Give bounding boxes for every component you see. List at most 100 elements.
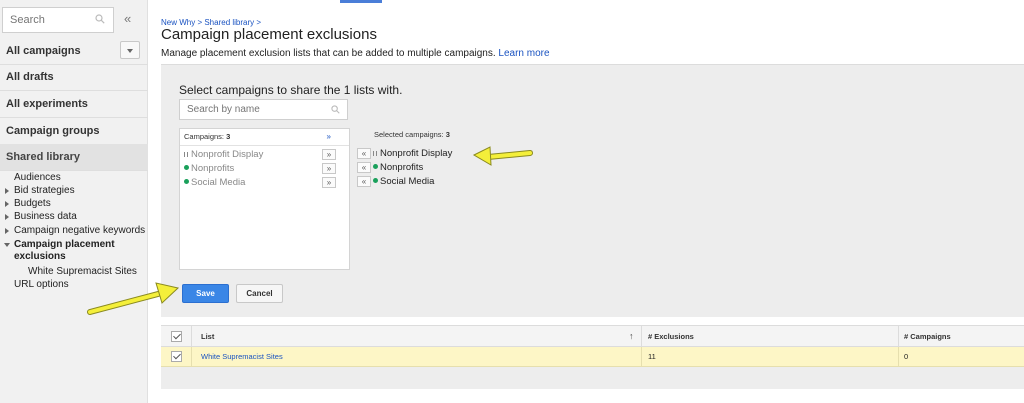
column-header-list[interactable]: List [201, 326, 214, 346]
nav-all-drafts-label: All drafts [6, 71, 54, 83]
campaign-name: Social Media [191, 177, 246, 188]
expand-arrow-icon[interactable] [5, 188, 9, 194]
sidebar-item-budgets[interactable]: Budgets [0, 198, 148, 210]
available-campaigns-list: Campaigns: 3 » Nonprofit Display » Nonpr… [179, 128, 350, 270]
annotation-arrow-icon [472, 146, 533, 166]
exclusions-count: 11 [648, 352, 656, 361]
add-campaign-button[interactable]: » [322, 177, 336, 188]
add-campaign-button[interactable]: » [322, 149, 336, 160]
remove-campaign-button[interactable]: « [357, 148, 371, 159]
description-text: Manage placement exclusion lists that ca… [161, 48, 496, 59]
active-tab-indicator [340, 0, 382, 3]
sidebar-item-campaign-negative-keywords[interactable]: Campaign negative keywords [0, 225, 148, 237]
expand-arrow-icon[interactable] [5, 228, 9, 234]
nav-all-experiments-label: All experiments [6, 98, 88, 110]
chevron-down-icon[interactable] [120, 41, 140, 59]
annotation-arrow-icon [87, 282, 180, 315]
sidebar-item-label: Campaign placement exclusions [14, 239, 115, 262]
campaign-search-input[interactable] [180, 100, 320, 119]
sidebar-item-white-supremacist-sites[interactable]: White Supremacist Sites [0, 266, 148, 278]
share-panel-heading: Select campaigns to share the 1 lists wi… [179, 83, 403, 97]
remove-campaign-button[interactable]: « [357, 162, 371, 173]
campaigns-label: Campaigns: [184, 132, 225, 141]
nav-all-campaigns[interactable]: All campaigns [0, 38, 148, 64]
sidebar-item-label: Audiences [14, 172, 61, 183]
nav-shared-library[interactable]: Shared library [0, 144, 148, 170]
sidebar-item-campaign-placement-exclusions[interactable]: Campaign placement exclusions [0, 239, 130, 263]
selected-label: Selected campaigns: [374, 130, 444, 139]
nav-all-campaigns-label: All campaigns [6, 45, 81, 57]
campaign-name: Nonprofits [380, 162, 424, 173]
learn-more-link[interactable]: Learn more [498, 48, 549, 59]
sidebar-search-box[interactable] [2, 7, 114, 33]
divider [191, 347, 192, 366]
divider [898, 347, 899, 366]
sidebar-item-label: Bid strategies [14, 185, 75, 196]
save-button[interactable]: Save [182, 284, 229, 303]
nav-campaign-groups-label: Campaign groups [6, 125, 100, 137]
campaign-name: Nonprofit Display [380, 148, 453, 159]
column-header-campaigns[interactable]: # Campaigns [904, 326, 951, 346]
list-item: Nonprofit Display » [180, 148, 349, 162]
divider [641, 347, 642, 366]
list-name-link[interactable]: White Supremacist Sites [201, 347, 283, 366]
add-campaign-button[interactable]: » [322, 163, 336, 174]
divider [898, 326, 899, 346]
table-header: List ↑ # Exclusions # Campaigns [161, 325, 1024, 347]
divider [0, 170, 148, 171]
row-checkbox[interactable] [171, 351, 182, 362]
sort-arrow-icon[interactable]: ↑ [629, 326, 634, 347]
divider [641, 326, 642, 346]
sidebar-item-business-data[interactable]: Business data [0, 211, 148, 223]
enabled-status-icon [373, 178, 378, 183]
list-item: Nonprofits » [180, 162, 349, 176]
sidebar-item-label: Budgets [14, 198, 51, 209]
campaign-name: Nonprofit Display [191, 149, 264, 160]
list-item: Social Media » [180, 176, 349, 190]
campaigns-count-cell: 0 [904, 352, 909, 361]
cancel-button[interactable]: Cancel [236, 284, 283, 303]
page-title: Campaign placement exclusions [161, 26, 377, 43]
search-icon [331, 105, 340, 114]
campaign-name: Social Media [380, 176, 435, 187]
selected-campaign: Nonprofit Display [373, 147, 452, 161]
sidebar-item-audiences[interactable]: Audiences [0, 172, 148, 184]
nav-all-drafts[interactable]: All drafts [0, 64, 148, 90]
share-panel: Select campaigns to share the 1 lists wi… [161, 64, 1024, 317]
expand-arrow-icon[interactable] [5, 201, 9, 207]
page-description: Manage placement exclusion lists that ca… [161, 48, 550, 59]
nav-all-experiments[interactable]: All experiments [0, 91, 148, 117]
expand-arrow-icon[interactable] [5, 214, 9, 220]
sidebar-item-bid-strategies[interactable]: Bid strategies [0, 185, 148, 197]
selected-campaign: Social Media [373, 175, 434, 189]
remove-campaign-button[interactable]: « [357, 176, 371, 187]
table-row: White Supremacist Sites 11 0 [161, 347, 1024, 367]
selected-count: 3 [445, 130, 450, 139]
list-item: « Social Media [357, 175, 537, 189]
nav-campaign-groups[interactable]: Campaign groups [0, 118, 148, 144]
campaign-name: Nonprofits [191, 163, 235, 174]
collapse-sidebar-icon[interactable]: « [124, 11, 131, 26]
nav-shared-library-label: Shared library [6, 151, 80, 163]
available-campaigns-header: Campaigns: 3 » [180, 129, 349, 146]
selected-campaign: Nonprofits [373, 161, 423, 175]
enabled-status-icon [184, 179, 189, 184]
select-all-checkbox[interactable] [171, 331, 182, 342]
add-all-button[interactable]: » [327, 129, 331, 145]
sidebar-item-label: URL options [14, 279, 69, 290]
sidebar-item-label: Business data [14, 211, 77, 222]
sidebar-item-label: White Supremacist Sites [28, 266, 137, 277]
column-header-exclusions[interactable]: # Exclusions [648, 326, 694, 346]
paused-status-icon [184, 152, 188, 157]
campaigns-count: 3 [226, 132, 231, 141]
sidebar-search-input[interactable] [3, 8, 93, 32]
sidebar-item-label: Campaign negative keywords [14, 225, 146, 236]
collapse-arrow-icon[interactable] [4, 243, 10, 247]
enabled-status-icon [373, 164, 378, 169]
campaign-search-box[interactable] [179, 99, 348, 120]
enabled-status-icon [184, 165, 189, 170]
paused-status-icon [373, 151, 377, 156]
table-footer [161, 367, 1024, 389]
selected-campaigns-header: Selected campaigns: 3 [374, 130, 450, 139]
divider [191, 326, 192, 346]
